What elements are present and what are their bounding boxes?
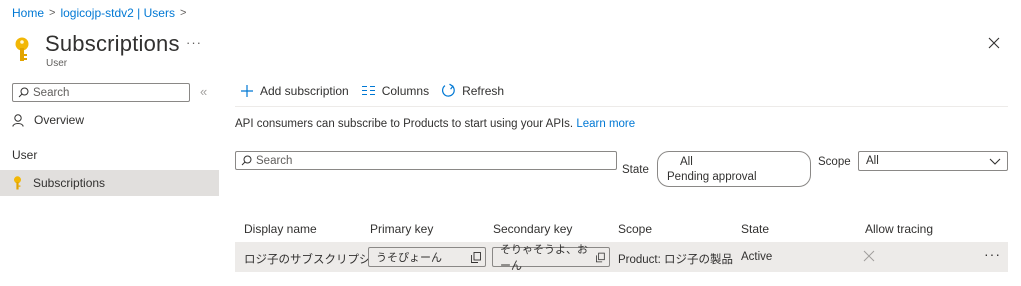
column-header-scope[interactable]: Scope bbox=[618, 222, 652, 236]
columns-icon bbox=[361, 85, 375, 96]
cell-scope: Product: ロジ子の製品 bbox=[618, 254, 734, 266]
row-more-options-button[interactable]: ··· bbox=[984, 246, 1001, 262]
state-option-all[interactable]: All bbox=[667, 155, 810, 170]
chevron-right-icon: > bbox=[49, 7, 56, 19]
close-icon[interactable] bbox=[986, 35, 1002, 51]
breadcrumb-home[interactable]: Home bbox=[12, 6, 44, 20]
cell-state: Active bbox=[741, 251, 773, 263]
plus-icon bbox=[241, 84, 253, 97]
column-header-primary-key[interactable]: Primary key bbox=[370, 222, 433, 236]
collapse-nav-button[interactable]: « bbox=[200, 84, 207, 99]
sidebar-item-subscriptions[interactable]: Subscriptions bbox=[0, 170, 219, 196]
add-subscription-button[interactable]: Add subscription bbox=[240, 84, 349, 98]
info-text: API consumers can subscribe to Products … bbox=[235, 118, 635, 130]
learn-more-link[interactable]: Learn more bbox=[576, 118, 635, 130]
toolbar-divider bbox=[235, 106, 1008, 107]
sidebar-item-label: Subscriptions bbox=[33, 176, 106, 190]
sidebar-item-label: Overview bbox=[34, 113, 85, 127]
primary-key-field[interactable]: うそぴょーん bbox=[368, 247, 486, 267]
scope-select[interactable]: All bbox=[858, 151, 1008, 171]
nav-group-heading: User bbox=[12, 148, 38, 162]
column-header-secondary-key[interactable]: Secondary key bbox=[493, 222, 572, 236]
search-icon bbox=[241, 155, 252, 166]
state-filter[interactable]: All Pending approval bbox=[657, 151, 811, 187]
secondary-key-value: そりゃそうよ、おーん bbox=[500, 244, 588, 272]
add-subscription-label: Add subscription bbox=[260, 83, 349, 98]
breadcrumb-service[interactable]: logicojp-stdv2 | Users bbox=[60, 6, 175, 20]
key-icon bbox=[15, 37, 29, 61]
secondary-key-field[interactable]: そりゃそうよ、おーん bbox=[492, 244, 610, 272]
person-icon bbox=[12, 113, 24, 127]
page-subtitle: User bbox=[46, 58, 68, 69]
scope-select-value: All bbox=[866, 155, 879, 167]
breadcrumb: Home > logicojp-stdv2 | Users > bbox=[12, 6, 186, 20]
nav-search-placeholder: Search bbox=[33, 86, 70, 99]
refresh-button[interactable]: Refresh bbox=[441, 83, 504, 98]
refresh-icon bbox=[442, 83, 455, 97]
copy-icon[interactable] bbox=[596, 252, 605, 263]
command-bar: Add subscription Columns Refresh bbox=[240, 83, 504, 98]
columns-label: Columns bbox=[381, 83, 430, 98]
subscription-search-input[interactable]: Search bbox=[235, 151, 617, 170]
info-message: API consumers can subscribe to Products … bbox=[235, 118, 574, 130]
state-option-pending[interactable]: Pending approval bbox=[667, 170, 810, 185]
sidebar-item-overview[interactable]: Overview bbox=[12, 113, 84, 127]
chevron-down-icon bbox=[989, 158, 1001, 165]
columns-button[interactable]: Columns bbox=[361, 84, 429, 98]
page-title: Subscriptions bbox=[45, 31, 180, 56]
state-filter-label: State bbox=[622, 164, 649, 176]
column-header-state[interactable]: State bbox=[741, 222, 769, 236]
more-options-button[interactable]: ··· bbox=[186, 35, 202, 50]
nav-search-input[interactable]: Search bbox=[12, 83, 190, 102]
primary-key-value: うそぴょーん bbox=[376, 252, 442, 264]
key-icon bbox=[14, 176, 21, 190]
column-header-allow-tracing[interactable]: Allow tracing bbox=[865, 222, 933, 236]
search-icon bbox=[18, 87, 29, 98]
chevron-right-icon: > bbox=[179, 7, 187, 19]
refresh-label: Refresh bbox=[462, 83, 505, 98]
scope-filter-label: Scope bbox=[818, 156, 851, 168]
copy-icon[interactable] bbox=[471, 251, 481, 263]
column-header-display-name[interactable]: Display name bbox=[244, 222, 317, 236]
tracing-disabled-icon bbox=[863, 250, 875, 262]
search-placeholder: Search bbox=[256, 154, 293, 167]
